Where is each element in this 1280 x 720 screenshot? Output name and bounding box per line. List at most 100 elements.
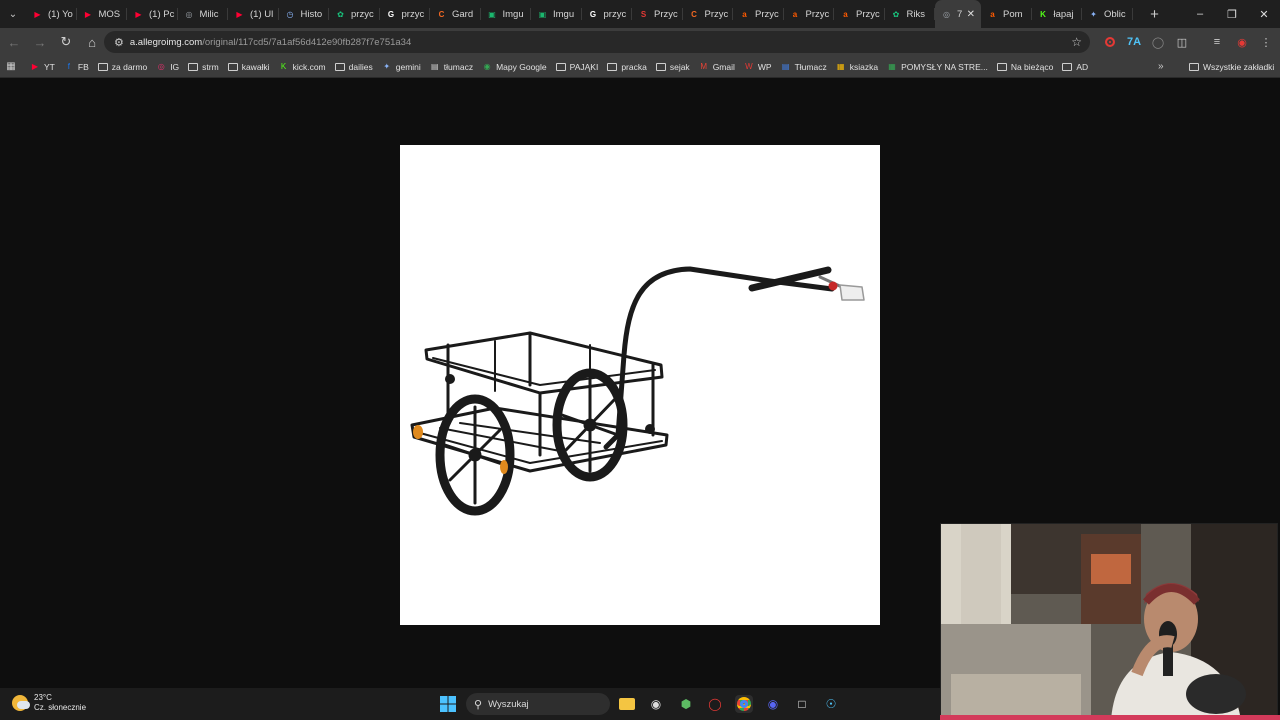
extensions-puzzle-icon[interactable]: ◫ — [1172, 32, 1192, 52]
bookmark-item[interactable]: ◉ Mapy Google — [482, 62, 547, 72]
bookmark-item[interactable]: PAJĄKI — [555, 62, 598, 72]
browser-tab[interactable]: ✿ przyc — [329, 0, 380, 28]
browser-tab[interactable]: a Pom — [981, 0, 1032, 28]
tab-title: przyc — [401, 8, 425, 20]
folder-icon — [188, 62, 199, 71]
address-url[interactable]: a.allegroimg.com/original/117cd5/7a1af56… — [130, 37, 411, 48]
browser-tab[interactable]: a Przyc — [834, 0, 885, 28]
site-info-icon[interactable]: ⚙ — [114, 36, 124, 49]
bookmark-item[interactable]: f FB — [64, 62, 89, 72]
bookmark-item[interactable]: AD — [1062, 62, 1088, 72]
search-placeholder: Wyszukaj — [488, 698, 529, 710]
browser-tab[interactable]: ✿ Riks — [885, 0, 936, 28]
browser-tab[interactable]: Kłapaj — [1032, 0, 1083, 28]
browser-tab[interactable]: ▶ (1) Ul — [228, 0, 279, 28]
bookmark-item[interactable]: M Gmail — [699, 62, 735, 72]
reading-list-icon[interactable]: ≡ — [1207, 32, 1227, 52]
translate-extension-icon[interactable]: 7A — [1124, 32, 1144, 52]
bookmark-item[interactable]: Kkick.com — [279, 62, 326, 72]
back-button[interactable]: ← — [2, 30, 26, 54]
browser-tab[interactable]: ◷ Histo — [279, 0, 330, 28]
close-tab-icon[interactable]: ✕ — [967, 9, 975, 20]
bookmark-label: POMYSŁY NA STRE... — [901, 61, 988, 72]
browser-tab[interactable]: ▶ MOS — [77, 0, 128, 28]
bookmark-item[interactable]: kawałki — [227, 62, 270, 72]
browser-tab[interactable]: C Przyc — [683, 0, 734, 28]
browser-tab[interactable]: C Gard — [430, 0, 481, 28]
weather-widget[interactable]: 23°C Cz. słonecznie — [12, 693, 86, 713]
bookmark-label: pracka — [621, 61, 647, 72]
tab-title: Przyc — [704, 8, 729, 20]
bookmark-item[interactable]: dailies — [334, 62, 373, 72]
profile-avatar-icon[interactable]: ◉ — [1232, 32, 1252, 52]
more-bookmarks-chevron-icon[interactable]: » — [1158, 61, 1164, 72]
record-extension-icon[interactable] — [1100, 32, 1120, 52]
browser-tab[interactable]: ◎ Milic — [178, 0, 229, 28]
apps-grid-icon[interactable]: ▦ — [6, 61, 16, 72]
globe-app-icon[interactable]: ☉ — [822, 695, 840, 713]
browser-tab[interactable]: S Przyc — [632, 0, 683, 28]
home-button[interactable]: ⌂ — [80, 30, 104, 54]
bookmark-star-icon[interactable]: ☆ — [1071, 35, 1082, 49]
bookmark-item[interactable]: ▤ tłumacz — [430, 62, 473, 72]
allegro-icon: a — [792, 9, 798, 19]
browser-tab[interactable]: ▶ (1) Pc — [127, 0, 178, 28]
browser-tab[interactable]: Gprzyc — [582, 0, 633, 28]
bookmark-item[interactable]: ▤ Tłumacz — [781, 62, 827, 72]
tab-title: przyc — [603, 8, 627, 20]
vpn-shield-icon[interactable]: ⬢ — [677, 695, 695, 713]
bookmark-item[interactable]: za darmo — [97, 62, 147, 72]
browser-tab[interactable]: ▶ (1) Yo — [26, 0, 77, 28]
webcam-overlay — [940, 523, 1278, 719]
chrome-icon[interactable] — [735, 695, 753, 713]
bookmark-item[interactable]: strm — [188, 62, 219, 72]
browser-tab[interactable]: a Przyc — [733, 0, 784, 28]
taskbar-search[interactable]: ⚲ Wyszukaj — [466, 693, 610, 715]
menu-kebab-icon[interactable]: ⋮ — [1256, 32, 1276, 52]
browser-tab[interactable]: ✦ Oblic — [1082, 0, 1133, 28]
extension-circle-icon[interactable]: ◯ — [1148, 32, 1168, 52]
windows-start-icon[interactable] — [439, 695, 457, 713]
address-bar[interactable]: ⚙ a.allegroimg.com/original/117cd5/7a1af… — [104, 31, 1090, 53]
restore-icon[interactable]: ❐ — [1216, 0, 1248, 28]
bookmark-item[interactable]: ▶ YT — [30, 62, 55, 72]
browser-toolbar: ← → ↻ ⌂ ⚙ a.allegroimg.com/original/117c… — [0, 28, 1280, 56]
all-bookmarks-folder[interactable]: Wszystkie zakładki — [1189, 62, 1274, 72]
bookmark-item[interactable]: W WP — [744, 61, 772, 72]
bookmark-item[interactable]: pracka — [607, 62, 647, 72]
tab-title: Gard — [452, 8, 474, 20]
obs-icon[interactable]: ◉ — [647, 695, 665, 713]
bookmark-item[interactable]: ✦ gemini — [382, 62, 420, 72]
youtube-icon: ▶ — [34, 9, 41, 19]
discord-icon[interactable]: ◉ — [764, 695, 782, 713]
file-explorer-icon[interactable] — [618, 695, 636, 713]
opera-icon[interactable]: ◯ — [706, 695, 724, 713]
globe-icon: ◎ — [185, 9, 193, 19]
facebook-icon: f — [67, 62, 70, 71]
bookmark-item[interactable]: sejak — [655, 62, 690, 72]
bookmark-item[interactable]: ▦ ksiazka — [836, 62, 878, 72]
chatgpt-icon: ✿ — [892, 9, 900, 19]
bookmarks-bar: ▦ ▶ YT f FB za darmo ◎ IG strm kawałki Kkick.com d… — [0, 56, 1280, 78]
browser-tab[interactable]: ◎ 7 ✕ — [935, 0, 981, 28]
minimize-icon[interactable]: – — [1184, 0, 1216, 28]
browser-tab[interactable]: Gprzyc — [380, 0, 431, 28]
product-image[interactable] — [400, 145, 880, 625]
browser-tab[interactable]: ▣ Imgu — [531, 0, 582, 28]
forward-button[interactable]: → — [28, 30, 52, 54]
close-window-icon[interactable]: ✕ — [1248, 0, 1280, 28]
bookmark-item[interactable]: ◎ IG — [156, 62, 179, 72]
browser-tab[interactable]: ▣ Imgu — [481, 0, 532, 28]
reload-button[interactable]: ↻ — [54, 30, 78, 54]
bookmark-label: WP — [757, 61, 772, 72]
bookmark-item[interactable]: ▦ POMYSŁY NA STRE... — [887, 62, 988, 72]
browser-tab[interactable]: a Przyc — [784, 0, 835, 28]
gemini-icon: ✦ — [1090, 9, 1097, 19]
new-tab-button[interactable]: + — [1143, 0, 1167, 28]
imgur-icon: ▣ — [538, 9, 547, 19]
tab-search-chevron-icon[interactable]: ⌄ — [0, 0, 26, 28]
address-host: a.allegroimg.com — [129, 36, 203, 48]
capcut-icon[interactable]: □ — [793, 695, 811, 713]
bookmark-item[interactable]: Na bieżąco — [996, 62, 1053, 72]
tab-title: Histo — [300, 8, 323, 20]
